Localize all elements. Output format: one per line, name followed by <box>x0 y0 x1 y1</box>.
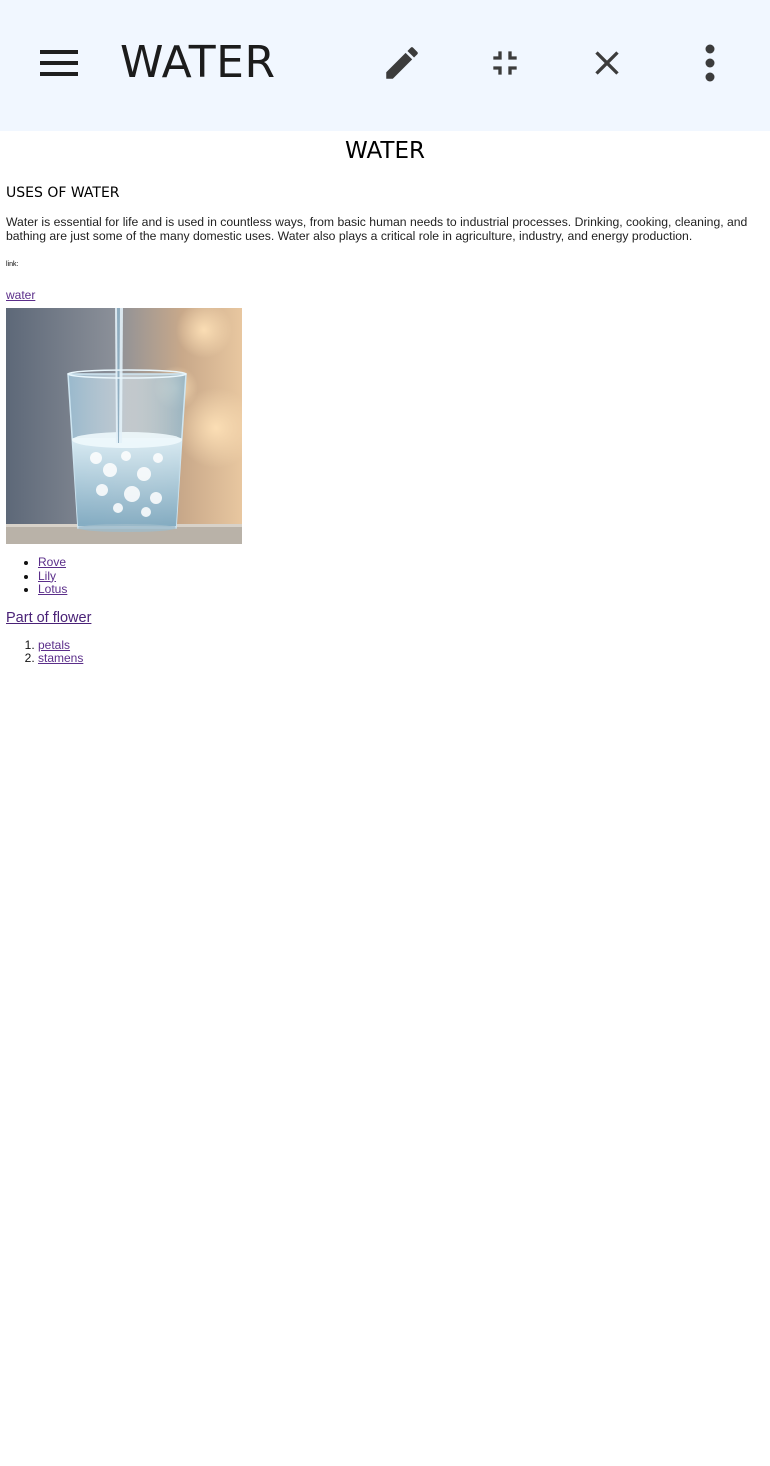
flower-part-link[interactable]: petals <box>38 638 70 652</box>
list-item: petals <box>38 638 764 653</box>
app-toolbar: WATER <box>0 0 770 131</box>
flower-link[interactable]: Lily <box>38 569 56 583</box>
flower-list: Rove Lily Lotus <box>6 555 764 597</box>
list-item: Lotus <box>38 582 764 597</box>
flower-link[interactable]: Rove <box>38 555 66 569</box>
edit-icon <box>386 47 418 79</box>
part-of-flower-link[interactable]: Part of flower <box>6 609 764 627</box>
menu-button[interactable] <box>32 35 88 91</box>
list-item: Rove <box>38 555 764 570</box>
fullscreen-exit-icon <box>493 51 517 75</box>
list-item: stamens <box>38 651 764 666</box>
toolbar-title: WATER <box>120 37 276 88</box>
section-heading: USES OF WATER <box>6 185 120 201</box>
document-content: WATER USES OF WATER Water is essential f… <box>0 131 770 666</box>
edit-button[interactable] <box>374 35 430 91</box>
more-options-button[interactable] <box>682 35 738 91</box>
flower-parts-list: petals stamens <box>6 638 764 666</box>
list-item: Lily <box>38 569 764 584</box>
flower-link[interactable]: Lotus <box>38 582 67 596</box>
water-glass-image <box>6 308 242 544</box>
body-paragraph: Water is essential for life and is used … <box>6 215 748 243</box>
close-icon <box>595 51 619 75</box>
menu-icon <box>40 50 78 76</box>
more-vert-icon <box>705 44 715 82</box>
close-button[interactable] <box>579 35 635 91</box>
link-label: link: <box>6 261 19 268</box>
document-title: WATER <box>345 138 425 164</box>
exit-fullscreen-button[interactable] <box>477 35 533 91</box>
water-link[interactable]: water <box>6 288 764 302</box>
flower-part-link[interactable]: stamens <box>38 651 83 665</box>
